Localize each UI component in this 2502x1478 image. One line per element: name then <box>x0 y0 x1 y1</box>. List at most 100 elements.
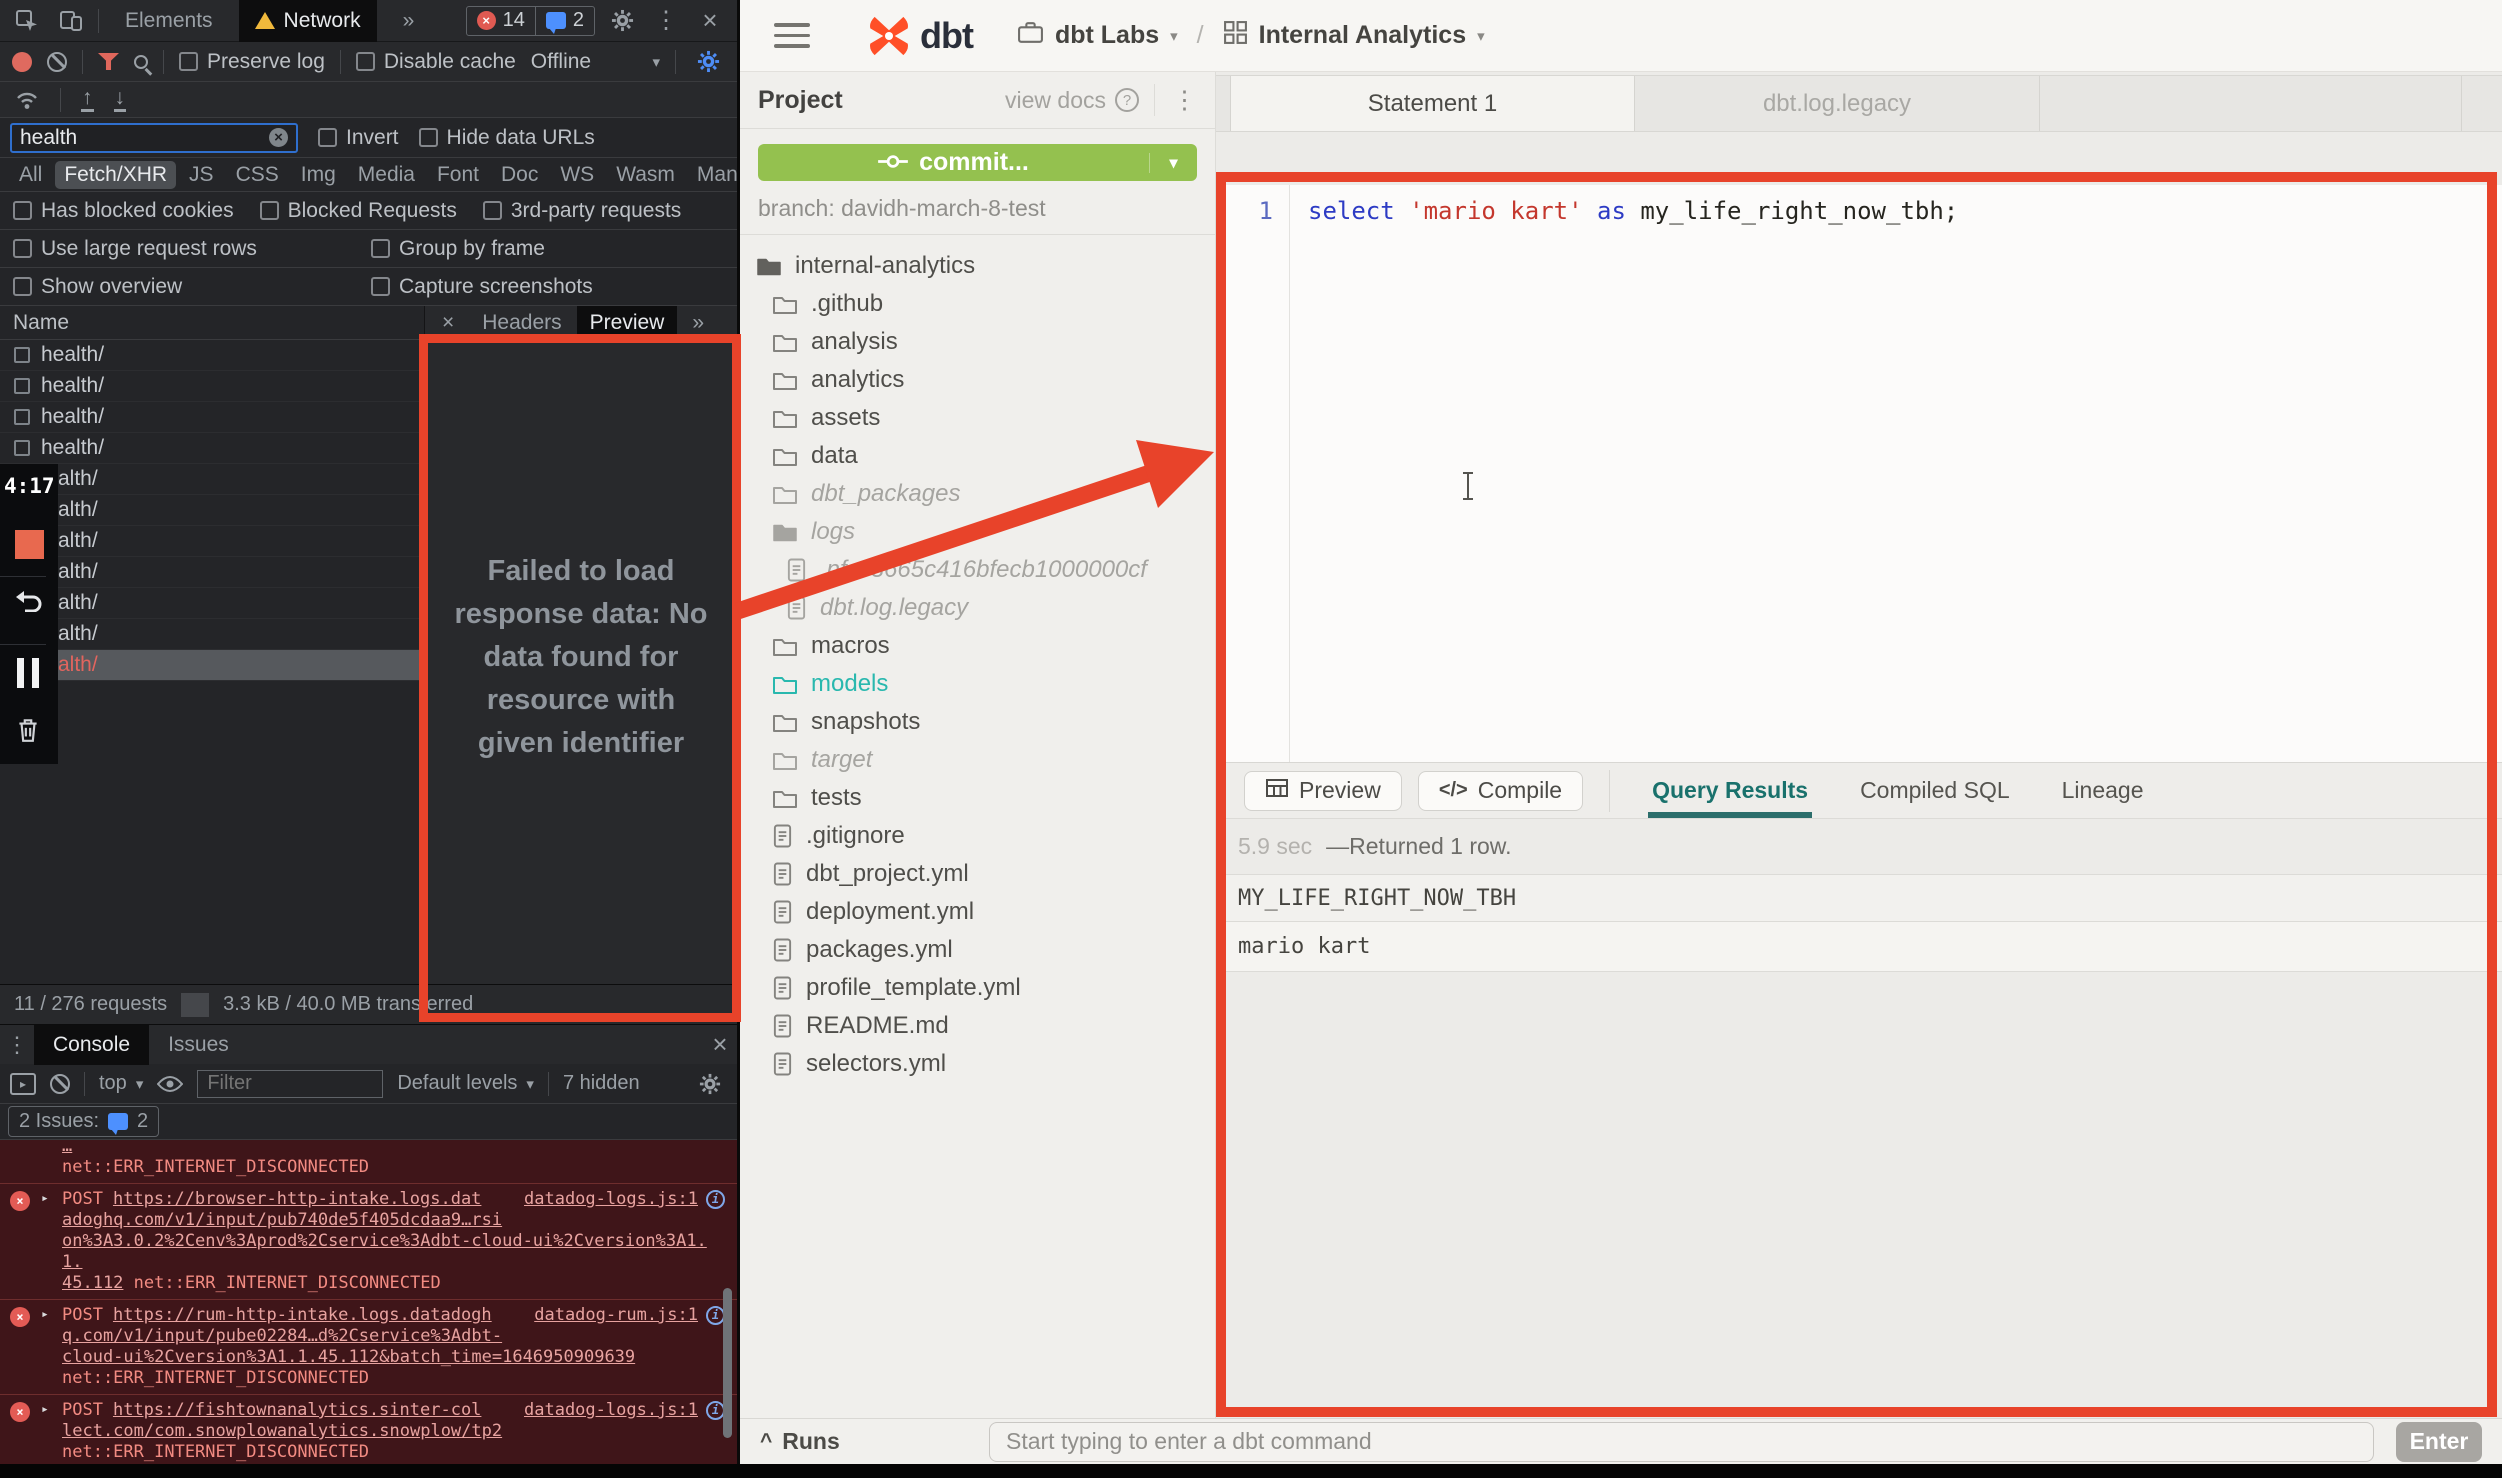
request-row[interactable]: alth/ <box>0 495 424 526</box>
view-docs-link[interactable]: view docs ? <box>1005 87 1139 114</box>
type-filter-wasm[interactable]: Wasm <box>607 161 684 189</box>
request-url-link[interactable]: adoghq.com/v1/input/pub740de5f405dcdaa9…… <box>62 1210 502 1230</box>
issue-count-badge[interactable]: 2 <box>535 7 594 35</box>
tree-item-macros[interactable]: macros <box>740 627 1215 665</box>
request-url-link[interactable]: … <box>62 1140 72 1157</box>
use-large-request-rows-checkbox[interactable]: Use large request rows <box>13 237 345 261</box>
source-file-link[interactable]: datadog-logs.js:1 <box>524 1189 698 1210</box>
tree-item-selectors-yml[interactable]: selectors.yml <box>740 1045 1215 1083</box>
tree-item-analytics[interactable]: analytics <box>740 361 1215 399</box>
tab-issues[interactable]: Issues <box>149 1025 248 1065</box>
throttling-select[interactable]: Offline <box>531 50 591 74</box>
request-url-link[interactable]: cloud-ui%2Cversion%3A1.1.45.112&batch_ti… <box>62 1347 635 1367</box>
request-url-link[interactable]: on%3A3.0.2%2Cenv%3Aprod%2Cservice%3Adbt-… <box>62 1231 707 1272</box>
tree-item-snapshots[interactable]: snapshots <box>740 703 1215 741</box>
expand-caret-icon[interactable]: ▸ <box>41 1304 49 1325</box>
kebab-menu-icon[interactable]: ⋮ <box>649 4 683 38</box>
tree-item--nf-3665c416bfecb1000000cf[interactable]: .nf…3665c416bfecb1000000cf <box>740 551 1215 589</box>
type-filter-all[interactable]: All <box>10 161 51 189</box>
console-settings-gear-icon[interactable] <box>693 1067 727 1101</box>
dbt-command-input[interactable] <box>989 1422 2374 1462</box>
source-file-link[interactable]: datadog-logs.js:1 <box>524 1400 698 1421</box>
eye-icon[interactable] <box>157 1075 183 1093</box>
tab-network[interactable]: Network <box>239 0 377 42</box>
stop-icon[interactable] <box>15 530 44 559</box>
type-filter-js[interactable]: JS <box>180 161 223 189</box>
info-icon[interactable]: i <box>706 1190 725 1209</box>
close-console-icon[interactable]: × <box>703 1028 737 1062</box>
request-url-link[interactable]: https://fishtownanalytics.sinter-col <box>113 1400 481 1421</box>
tree-item-packages-yml[interactable]: packages.yml <box>740 931 1215 969</box>
dbt-logo[interactable]: dbt <box>866 13 973 59</box>
error-count-badge[interactable]: ×14 <box>467 7 535 35</box>
type-filter-css[interactable]: CSS <box>227 161 288 189</box>
console-sidebar-icon[interactable]: ▸ <box>10 1073 36 1095</box>
device-toolbar-icon[interactable] <box>54 4 88 38</box>
project-selector[interactable]: Internal Analytics <box>1259 21 1466 50</box>
filter-funnel-icon[interactable] <box>98 53 119 70</box>
network-conditions-icon[interactable] <box>14 89 40 111</box>
request-url-link[interactable]: https://rum-http-intake.logs.datadogh <box>113 1305 492 1326</box>
tree-item-assets[interactable]: assets <box>740 399 1215 437</box>
tree-item-models[interactable]: models <box>740 665 1215 703</box>
tree-item-data[interactable]: data <box>740 437 1215 475</box>
commit-button[interactable]: commit... ▾ <box>758 144 1197 181</box>
chevron-down-icon[interactable]: ▾ <box>1170 27 1178 45</box>
editor-tab-dbt-log-legacy[interactable]: dbt.log.legacy <box>1635 76 2040 131</box>
account-selector[interactable]: dbt Labs <box>1055 21 1159 50</box>
request-row[interactable]: alth/ <box>0 526 424 557</box>
network-conditions-gear-icon[interactable] <box>691 45 725 79</box>
type-filter-media[interactable]: Media <box>349 161 424 189</box>
type-filter-doc[interactable]: Doc <box>492 161 547 189</box>
type-filter-img[interactable]: Img <box>292 161 345 189</box>
request-row[interactable]: health/ <box>0 402 424 433</box>
disable-cache-checkbox[interactable]: Disable cache <box>356 50 516 74</box>
request-row[interactable]: health/ <box>0 371 424 402</box>
throttling-caret-icon[interactable]: ▾ <box>652 53 660 71</box>
name-column-header[interactable]: Name <box>0 306 424 340</box>
tree-item-dbt-log-legacy[interactable]: dbt.log.legacy <box>740 589 1215 627</box>
invert-checkbox[interactable]: Invert <box>318 126 399 150</box>
request-row[interactable]: health/ <box>0 433 424 464</box>
search-icon[interactable] <box>134 55 148 69</box>
console-scrollbar[interactable] <box>723 1288 732 1438</box>
request-row[interactable]: alth/ <box>0 557 424 588</box>
request-row[interactable]: alth/ <box>0 464 424 495</box>
source-file-link[interactable]: datadog-rum.js:1 <box>534 1305 698 1326</box>
tree-item-tests[interactable]: tests <box>740 779 1215 817</box>
tree-item-deployment-yml[interactable]: deployment.yml <box>740 893 1215 931</box>
request-row[interactable]: health/ <box>0 340 424 371</box>
group-by-frame-checkbox[interactable]: Group by frame <box>371 237 545 261</box>
inspect-element-icon[interactable] <box>10 4 44 38</box>
has-blocked-cookies-checkbox[interactable]: Has blocked cookies <box>13 199 234 223</box>
more-tabs-chevron[interactable]: » <box>387 0 431 42</box>
request-row[interactable]: alth/ <box>0 650 424 681</box>
request-url-link[interactable]: lect.com/com.snowplowanalytics.snowplow/… <box>62 1421 502 1441</box>
tree-item-dbt-project-yml[interactable]: dbt_project.yml <box>740 855 1215 893</box>
import-har-icon[interactable]: ↑ <box>81 87 94 112</box>
context-selector[interactable]: top▾ <box>99 1072 143 1095</box>
tree-item--github[interactable]: .github <box>740 285 1215 323</box>
help-icon[interactable]: ? <box>1115 88 1139 112</box>
tree-item-internal-analytics[interactable]: internal-analytics <box>740 247 1215 285</box>
console-filter-input[interactable] <box>197 1070 383 1098</box>
issues-chip[interactable]: 2 Issues: 2 <box>8 1106 159 1137</box>
expand-caret-icon[interactable]: ▸ <box>41 1399 49 1420</box>
tree-item-target[interactable]: target <box>740 741 1215 779</box>
request-row[interactable]: alth/ <box>0 619 424 650</box>
close-devtools-icon[interactable]: × <box>693 4 727 38</box>
clear-console-icon[interactable] <box>50 1074 70 1094</box>
tree-item-dbt-packages[interactable]: dbt_packages <box>740 475 1215 513</box>
undo-icon[interactable] <box>14 590 44 612</box>
type-filter-fetch-xhr[interactable]: Fetch/XHR <box>55 161 176 189</box>
runs-toggle[interactable]: ^ Runs <box>760 1428 989 1455</box>
tree-item-analysis[interactable]: analysis <box>740 323 1215 361</box>
editor-tab-statement-1[interactable]: Statement 1 <box>1230 76 1635 131</box>
tree-item-readme-md[interactable]: README.md <box>740 1007 1215 1045</box>
tree-item-profile-template-yml[interactable]: profile_template.yml <box>740 969 1215 1007</box>
enter-button[interactable]: Enter <box>2396 1422 2482 1462</box>
blocked-requests-checkbox[interactable]: Blocked Requests <box>260 199 457 223</box>
clear-network-icon[interactable] <box>47 52 67 72</box>
export-har-icon[interactable]: ↓ <box>114 87 127 112</box>
tab-console[interactable]: Console <box>34 1025 149 1065</box>
